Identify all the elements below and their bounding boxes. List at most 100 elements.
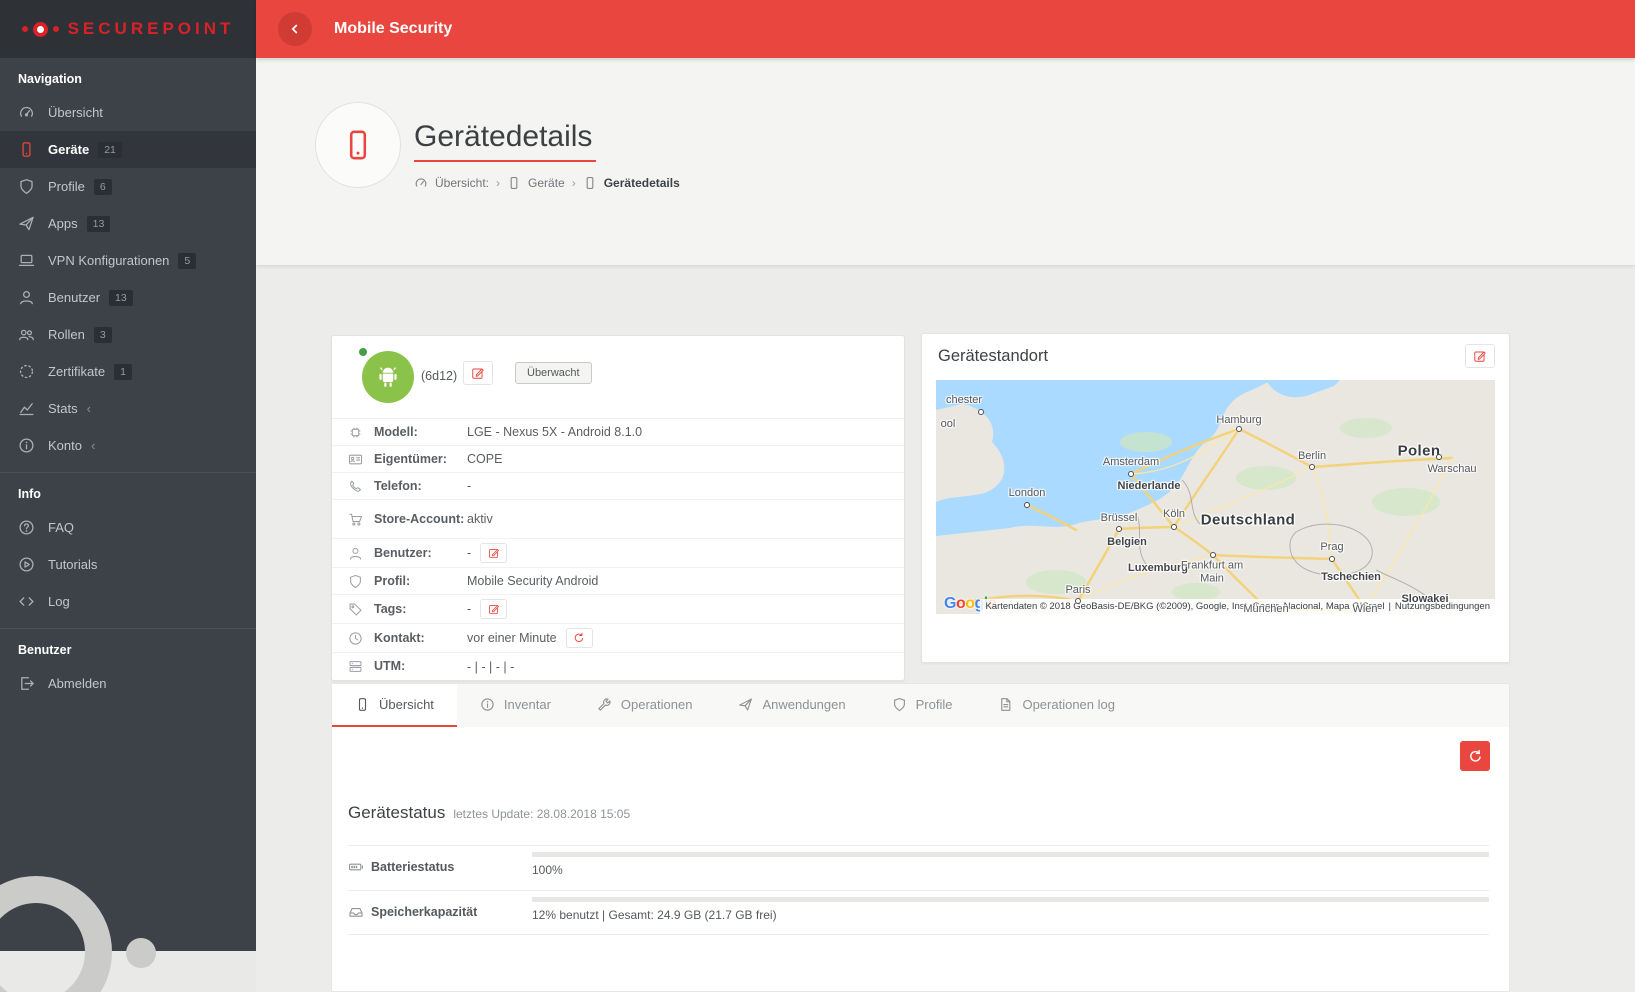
sidebar-item-profile[interactable]: Profile 6: [0, 168, 256, 205]
sidebar-item-stats[interactable]: Stats ‹: [0, 390, 256, 427]
gauge-icon: [414, 176, 428, 190]
attribution-separator: |: [1388, 601, 1390, 612]
row-label: Modell:: [374, 424, 467, 441]
status-subtitle: letztes Update: 28.08.2018 15:05: [453, 807, 630, 821]
device-row-store-account: Store-Account: aktiv: [332, 500, 904, 539]
map-attribution: Kartendaten © 2018 GeoBasis-DE/BKG (©200…: [980, 599, 1495, 614]
rocket-icon: [738, 697, 753, 712]
device-row-telefon: Telefon: -: [332, 473, 904, 500]
row-label: Kontakt:: [374, 630, 467, 647]
sidebar-item-label: Stats: [48, 401, 78, 416]
device-row-modell: Modell: LGE - Nexus 5X - Android 8.1.0: [332, 419, 904, 446]
sidebar-section-navigation: Navigation: [0, 58, 256, 94]
tab-profile[interactable]: Profile: [869, 684, 976, 727]
sidebar-item-vpn[interactable]: VPN Konfigurationen 5: [0, 242, 256, 279]
sidebar-item-faq[interactable]: FAQ: [0, 509, 256, 546]
mobile-icon: [355, 697, 370, 712]
mobile-icon: [583, 176, 597, 190]
android-avatar: [362, 351, 414, 403]
status-row-speicher: Speicherkapazität 12% benutzt | Gesamt: …: [348, 890, 1489, 935]
status-row-label: Batteriestatus: [371, 860, 454, 874]
breadcrumb: Übersicht: › Geräte › Gerätedetails: [414, 176, 680, 190]
sidebar-item-label: Rollen: [48, 327, 85, 342]
logo-ring-icon: [33, 22, 48, 37]
rocket-icon: [18, 215, 35, 232]
laptop-icon: [18, 252, 35, 269]
sidebar-item-benutzer[interactable]: Benutzer 13: [0, 279, 256, 316]
logout-icon: [18, 675, 35, 692]
map-terrain: [936, 380, 1495, 614]
back-button[interactable]: [278, 12, 312, 46]
status-row-label: Speicherkapazität: [371, 905, 477, 919]
device-row-utm: UTM: - | - | - | -: [332, 653, 904, 680]
android-icon: [373, 362, 403, 392]
map-canvas[interactable]: Google Kartendaten © 2018 GeoBasis-DE/BK…: [936, 380, 1495, 614]
question-icon: [18, 519, 35, 536]
tab-label: Operationen: [621, 697, 693, 712]
logo-dot-icon: [53, 26, 59, 32]
refresh-status-button[interactable]: [1460, 741, 1490, 771]
map-city-dot: [1171, 524, 1177, 530]
main-content: Gerätedetails Übersicht: › Geräte › Gerä…: [256, 58, 1635, 992]
tab-label: Übersicht: [379, 697, 434, 712]
sidebar-item-zertifikate[interactable]: Zertifikate 1: [0, 353, 256, 390]
tab-anwendungen[interactable]: Anwendungen: [715, 684, 868, 727]
map-city-dot: [1116, 526, 1122, 532]
breadcrumb-separator: ›: [496, 176, 500, 190]
sidebar-item-rollen[interactable]: Rollen 3: [0, 316, 256, 353]
map-city-dot: [1024, 502, 1030, 508]
battery-value-text: 100%: [532, 863, 563, 877]
row-value: LGE - Nexus 5X - Android 8.1.0: [467, 425, 642, 439]
sidebar-item-label: Benutzer: [48, 290, 100, 305]
mobile-icon: [341, 128, 375, 162]
map-city-dot: [1236, 426, 1242, 432]
row-label: Profil:: [374, 573, 467, 590]
page-title: Gerätedetails: [414, 120, 596, 162]
google-logo-letter: o: [956, 595, 965, 612]
tab-label: Inventar: [504, 697, 551, 712]
sidebar-item-label: Konto: [48, 438, 82, 453]
edit-icon: [1473, 349, 1487, 363]
refresh-kontakt-button[interactable]: [566, 628, 593, 648]
breadcrumb-uebersicht[interactable]: Übersicht:: [435, 176, 489, 190]
info-icon: [480, 697, 495, 712]
map-city-dot: [1309, 464, 1315, 470]
tab-label: Anwendungen: [762, 697, 845, 712]
tag-icon: [348, 602, 374, 617]
tab-label: Operationen log: [1022, 697, 1115, 712]
sidebar-item-geraete[interactable]: Geräte 21: [0, 131, 256, 168]
tab-operationen-log[interactable]: Operationen log: [975, 684, 1138, 727]
sidebar-item-konto[interactable]: Konto ‹: [0, 427, 256, 464]
row-value: -: [467, 546, 471, 560]
document-icon: [998, 697, 1013, 712]
breadcrumb-geraete[interactable]: Geräte: [528, 176, 565, 190]
sidebar-item-abmelden[interactable]: Abmelden: [0, 665, 256, 702]
page-avatar: [315, 102, 401, 188]
tab-inventar[interactable]: Inventar: [457, 684, 574, 727]
phone-handset-icon: [348, 479, 374, 494]
logo-text: SECUREPOINT: [68, 19, 235, 39]
row-value: vor einer Minute: [467, 631, 557, 645]
edit-tags-button[interactable]: [480, 599, 507, 619]
chip-icon: [348, 425, 374, 440]
edit-location-button[interactable]: [1465, 344, 1495, 368]
device-row-kontakt: Kontakt: vor einer Minute: [332, 624, 904, 653]
refresh-icon: [1468, 749, 1483, 764]
sidebar-item-uebersicht[interactable]: Übersicht: [0, 94, 256, 131]
id-card-icon: [348, 452, 374, 467]
tab-uebersicht[interactable]: Übersicht: [332, 684, 457, 727]
chevron-left-icon: ‹: [91, 438, 95, 453]
edit-device-name-button[interactable]: [463, 361, 493, 385]
sidebar-item-label: Übersicht: [48, 105, 103, 120]
sidebar-item-apps[interactable]: Apps 13: [0, 205, 256, 242]
row-label: Tags:: [374, 601, 467, 618]
mobile-icon: [18, 141, 35, 158]
sidebar-item-tutorials[interactable]: Tutorials: [0, 546, 256, 583]
edit-benutzer-button[interactable]: [480, 543, 507, 563]
monitored-badge-button[interactable]: Überwacht: [515, 362, 592, 384]
terms-link[interactable]: Nutzungsbedingungen: [1395, 601, 1490, 612]
map-attribution-text: Kartendaten © 2018 GeoBasis-DE/BKG (©200…: [985, 601, 1384, 612]
tab-operationen[interactable]: Operationen: [574, 684, 716, 727]
play-icon: [18, 556, 35, 573]
sidebar-item-log[interactable]: Log: [0, 583, 256, 620]
